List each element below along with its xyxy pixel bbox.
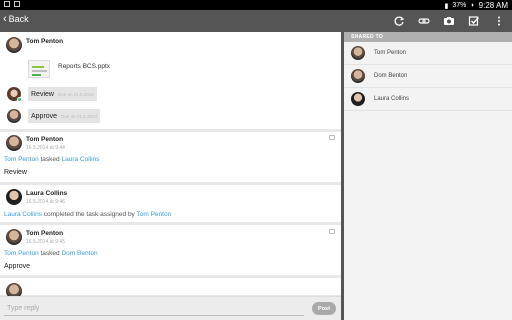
activity-verb: completed the task assigned by — [43, 211, 135, 218]
task-label: Review — [31, 90, 54, 98]
link-icon[interactable] — [416, 14, 431, 28]
assignee-avatar — [7, 109, 21, 123]
status-bar: ▮ 37% ◗ 9:28 AM — [0, 0, 512, 10]
task-due-date: Due on 21.5.2014 — [57, 91, 94, 97]
post-date: 16.5.2014 at 9:46 — [26, 199, 65, 205]
comment-icon[interactable] — [329, 229, 335, 234]
file-post: Tom Penton Reports BCS.pptx Review Due o… — [0, 32, 341, 132]
post-button[interactable]: Post — [312, 302, 336, 315]
download-notification-icon — [14, 1, 20, 7]
post-author[interactable]: Laura Collins — [26, 190, 67, 197]
activity-feed[interactable]: Tom Penton Reports BCS.pptx Review Due o… — [0, 32, 341, 296]
actor-link[interactable]: Laura Collins — [4, 211, 42, 218]
shared-header: SHARED TO — [344, 32, 512, 42]
activity-item: Tom Penton 16.5.2014 at 9:44 Tom Penton … — [0, 132, 341, 185]
action-icons — [391, 14, 506, 28]
target-link[interactable]: Laura Collins — [61, 156, 99, 163]
shared-person-name: Dom Benton — [374, 73, 408, 79]
activity-item — [0, 278, 341, 296]
refresh-icon[interactable] — [391, 14, 406, 28]
activity-item: Laura Collins 16.5.2014 at 9:46 Laura Co… — [0, 185, 341, 225]
avatar[interactable] — [6, 189, 22, 205]
task-chip-review[interactable]: Review Due on 21.5.2014 — [28, 87, 97, 101]
overflow-menu-icon[interactable] — [491, 14, 506, 28]
file-thumbnail[interactable] — [28, 60, 50, 78]
task-chip-approve[interactable]: Approve Due on 21.5.2014 — [28, 109, 100, 123]
avatar[interactable] — [6, 283, 22, 296]
shared-person[interactable]: Laura Collins — [344, 88, 512, 111]
target-link[interactable]: Dom Benton — [61, 250, 97, 257]
avatar — [351, 69, 365, 83]
activity-verb: tasked — [40, 156, 60, 163]
shared-person-name: Laura Collins — [374, 96, 410, 102]
post-author[interactable]: Tom Penton — [26, 230, 63, 237]
post-author[interactable]: Tom Penton — [26, 38, 63, 45]
task-due-date: Due on 21.5.2014 — [61, 113, 97, 119]
task-text: Review — [4, 169, 27, 176]
comment-icon[interactable] — [329, 135, 335, 140]
actor-link[interactable]: Tom Penton — [4, 156, 39, 163]
screenshot-notification-icon — [4, 1, 10, 7]
status-right: ▮ 37% ◗ 9:28 AM — [445, 1, 508, 10]
avatar[interactable] — [6, 229, 22, 245]
chevron-left-icon: ‹ — [3, 13, 7, 25]
activity-line: Tom Penton tasked Dom Benton — [4, 250, 98, 257]
wifi-icon: ◗ — [470, 2, 475, 9]
notification-icons — [4, 1, 20, 7]
shared-panel: SHARED TO Tom Penton Dom Benton Laura Co… — [344, 32, 512, 320]
clock: 9:28 AM — [478, 1, 508, 10]
avatar[interactable] — [6, 135, 22, 151]
activity-line: Laura Collins completed the task assigne… — [4, 211, 171, 218]
avatar — [351, 92, 365, 106]
battery-percent: 37% — [452, 2, 467, 9]
file-name[interactable]: Reports BCS.pptx — [58, 63, 110, 70]
shared-person[interactable]: Tom Penton — [344, 42, 512, 65]
activity-item: Tom Penton 16.5.2014 at 9:45 Tom Penton … — [0, 225, 341, 278]
post-date: 16.5.2014 at 9:44 — [26, 145, 65, 151]
target-link[interactable]: Tom Penton — [137, 211, 172, 218]
reply-input[interactable]: Type reply — [4, 302, 304, 316]
back-button[interactable]: ‹ Back — [3, 13, 29, 25]
completed-status-icon — [17, 97, 22, 102]
battery-icon: ▮ — [444, 2, 449, 10]
post-author[interactable]: Tom Penton — [26, 136, 63, 143]
post-date: 16.5.2014 at 9:45 — [26, 239, 65, 245]
actor-link[interactable]: Tom Penton — [4, 250, 39, 257]
activity-line: Tom Penton tasked Laura Collins — [4, 156, 99, 163]
task-text: Approve — [4, 263, 31, 270]
reply-bar: Type reply Post — [0, 296, 341, 320]
avatar — [351, 46, 365, 60]
activity-verb: tasked — [40, 250, 60, 257]
back-label: Back — [8, 14, 29, 24]
shared-person[interactable]: Dom Benton — [344, 65, 512, 88]
checkbox-icon[interactable] — [466, 14, 481, 28]
shared-person-name: Tom Penton — [374, 50, 407, 56]
camera-icon[interactable] — [441, 14, 456, 28]
task-label: Approve — [31, 112, 58, 120]
action-bar: ‹ Back — [0, 10, 512, 32]
avatar[interactable] — [6, 37, 22, 53]
